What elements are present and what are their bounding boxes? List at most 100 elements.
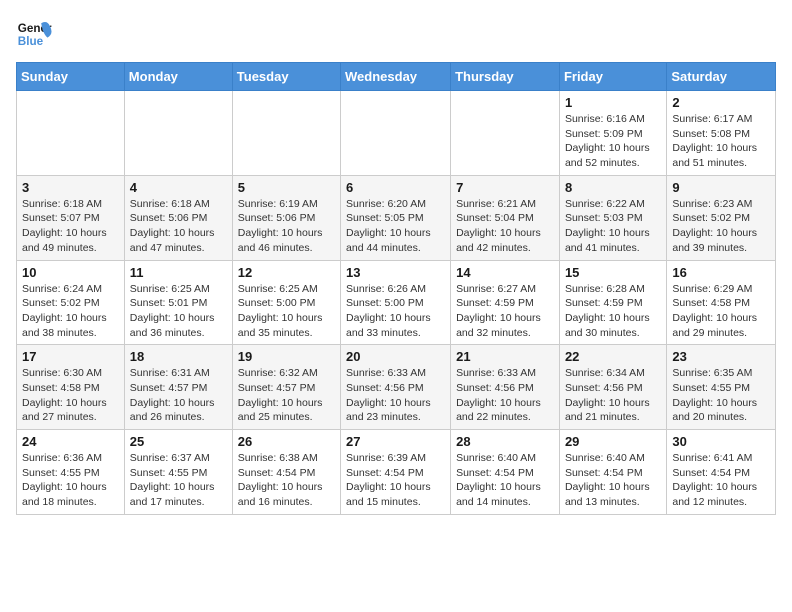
day-info: Sunrise: 6:39 AM Sunset: 4:54 PM Dayligh… [346,451,445,510]
calendar-cell: 13 Sunrise: 6:26 AM Sunset: 5:00 PM Dayli… [341,260,451,345]
logo: General Blue [16,16,56,52]
calendar-cell: 28 Sunrise: 6:40 AM Sunset: 4:54 PM Dayli… [451,430,560,515]
logo-icon: General Blue [16,16,52,52]
day-number: 22 [565,349,661,364]
day-number: 4 [130,180,227,195]
day-number: 1 [565,95,661,110]
day-number: 5 [238,180,335,195]
day-number: 8 [565,180,661,195]
day-info: Sunrise: 6:33 AM Sunset: 4:56 PM Dayligh… [346,366,445,425]
calendar-cell: 25 Sunrise: 6:37 AM Sunset: 4:55 PM Dayli… [124,430,232,515]
calendar-cell: 30 Sunrise: 6:41 AM Sunset: 4:54 PM Dayli… [667,430,776,515]
day-number: 7 [456,180,554,195]
header-day: Wednesday [341,63,451,91]
day-number: 18 [130,349,227,364]
day-number: 23 [672,349,770,364]
header-day: Friday [559,63,666,91]
day-number: 14 [456,265,554,280]
day-number: 15 [565,265,661,280]
calendar-cell: 10 Sunrise: 6:24 AM Sunset: 5:02 PM Dayli… [17,260,125,345]
day-number: 13 [346,265,445,280]
day-info: Sunrise: 6:28 AM Sunset: 4:59 PM Dayligh… [565,282,661,341]
calendar-cell: 9Sunrise: 6:23 AM Sunset: 5:02 PM Daylig… [667,175,776,260]
day-info: Sunrise: 6:32 AM Sunset: 4:57 PM Dayligh… [238,366,335,425]
day-number: 6 [346,180,445,195]
day-number: 10 [22,265,119,280]
day-info: Sunrise: 6:35 AM Sunset: 4:55 PM Dayligh… [672,366,770,425]
calendar-cell: 19 Sunrise: 6:32 AM Sunset: 4:57 PM Dayli… [232,345,340,430]
calendar-cell: 14 Sunrise: 6:27 AM Sunset: 4:59 PM Dayli… [451,260,560,345]
day-number: 25 [130,434,227,449]
day-info: Sunrise: 6:19 AM Sunset: 5:06 PM Dayligh… [238,197,335,256]
day-number: 29 [565,434,661,449]
calendar-cell: 15 Sunrise: 6:28 AM Sunset: 4:59 PM Dayli… [559,260,666,345]
day-number: 16 [672,265,770,280]
calendar-cell: 11Sunrise: 6:25 AM Sunset: 5:01 PM Dayli… [124,260,232,345]
calendar-cell: 27Sunrise: 6:39 AM Sunset: 4:54 PM Dayli… [341,430,451,515]
day-number: 19 [238,349,335,364]
day-info: Sunrise: 6:21 AM Sunset: 5:04 PM Dayligh… [456,197,554,256]
calendar-cell: 8 Sunrise: 6:22 AM Sunset: 5:03 PM Daylig… [559,175,666,260]
calendar-week-row: 17Sunrise: 6:30 AM Sunset: 4:58 PM Dayli… [17,345,776,430]
header-day: Sunday [17,63,125,91]
day-info: Sunrise: 6:33 AM Sunset: 4:56 PM Dayligh… [456,366,554,425]
day-info: Sunrise: 6:29 AM Sunset: 4:58 PM Dayligh… [672,282,770,341]
calendar-cell [341,91,451,176]
day-info: Sunrise: 6:25 AM Sunset: 5:01 PM Dayligh… [130,282,227,341]
day-number: 3 [22,180,119,195]
calendar-cell: 5 Sunrise: 6:19 AM Sunset: 5:06 PM Daylig… [232,175,340,260]
day-info: Sunrise: 6:25 AM Sunset: 5:00 PM Dayligh… [238,282,335,341]
calendar-header-row: SundayMondayTuesdayWednesdayThursdayFrid… [17,63,776,91]
calendar-cell: 3 Sunrise: 6:18 AM Sunset: 5:07 PM Daylig… [17,175,125,260]
day-info: Sunrise: 6:40 AM Sunset: 4:54 PM Dayligh… [565,451,661,510]
day-info: Sunrise: 6:18 AM Sunset: 5:06 PM Dayligh… [130,197,227,256]
calendar-cell: 7 Sunrise: 6:21 AM Sunset: 5:04 PM Daylig… [451,175,560,260]
calendar-cell: 6 Sunrise: 6:20 AM Sunset: 5:05 PM Daylig… [341,175,451,260]
day-number: 30 [672,434,770,449]
calendar-cell: 18 Sunrise: 6:31 AM Sunset: 4:57 PM Dayli… [124,345,232,430]
header-day: Monday [124,63,232,91]
calendar-cell [124,91,232,176]
day-number: 12 [238,265,335,280]
header-day: Saturday [667,63,776,91]
day-number: 26 [238,434,335,449]
day-number: 20 [346,349,445,364]
calendar-week-row: 3 Sunrise: 6:18 AM Sunset: 5:07 PM Daylig… [17,175,776,260]
day-number: 21 [456,349,554,364]
calendar-cell [232,91,340,176]
calendar-week-row: 24Sunrise: 6:36 AM Sunset: 4:55 PM Dayli… [17,430,776,515]
calendar-cell: 20 Sunrise: 6:33 AM Sunset: 4:56 PM Dayli… [341,345,451,430]
day-info: Sunrise: 6:31 AM Sunset: 4:57 PM Dayligh… [130,366,227,425]
calendar-cell: 1 Sunrise: 6:16 AM Sunset: 5:09 PM Daylig… [559,91,666,176]
calendar-cell: 12 Sunrise: 6:25 AM Sunset: 5:00 PM Dayli… [232,260,340,345]
calendar-cell: 16 Sunrise: 6:29 AM Sunset: 4:58 PM Dayli… [667,260,776,345]
calendar-cell [17,91,125,176]
day-info: Sunrise: 6:27 AM Sunset: 4:59 PM Dayligh… [456,282,554,341]
day-info: Sunrise: 6:22 AM Sunset: 5:03 PM Dayligh… [565,197,661,256]
svg-text:Blue: Blue [18,35,44,48]
day-info: Sunrise: 6:16 AM Sunset: 5:09 PM Dayligh… [565,112,661,171]
day-info: Sunrise: 6:40 AM Sunset: 4:54 PM Dayligh… [456,451,554,510]
day-info: Sunrise: 6:17 AM Sunset: 5:08 PM Dayligh… [672,112,770,171]
header-day: Thursday [451,63,560,91]
calendar-cell: 29 Sunrise: 6:40 AM Sunset: 4:54 PM Dayli… [559,430,666,515]
calendar-week-row: 1 Sunrise: 6:16 AM Sunset: 5:09 PM Daylig… [17,91,776,176]
day-info: Sunrise: 6:24 AM Sunset: 5:02 PM Dayligh… [22,282,119,341]
day-info: Sunrise: 6:26 AM Sunset: 5:00 PM Dayligh… [346,282,445,341]
calendar-cell: 24Sunrise: 6:36 AM Sunset: 4:55 PM Dayli… [17,430,125,515]
calendar-cell: 22 Sunrise: 6:34 AM Sunset: 4:56 PM Dayli… [559,345,666,430]
day-info: Sunrise: 6:34 AM Sunset: 4:56 PM Dayligh… [565,366,661,425]
calendar: SundayMondayTuesdayWednesdayThursdayFrid… [16,62,776,515]
day-info: Sunrise: 6:41 AM Sunset: 4:54 PM Dayligh… [672,451,770,510]
day-info: Sunrise: 6:23 AM Sunset: 5:02 PM Dayligh… [672,197,770,256]
day-number: 28 [456,434,554,449]
calendar-week-row: 10 Sunrise: 6:24 AM Sunset: 5:02 PM Dayli… [17,260,776,345]
day-info: Sunrise: 6:18 AM Sunset: 5:07 PM Dayligh… [22,197,119,256]
header-day: Tuesday [232,63,340,91]
day-number: 24 [22,434,119,449]
day-info: Sunrise: 6:37 AM Sunset: 4:55 PM Dayligh… [130,451,227,510]
calendar-cell [451,91,560,176]
day-info: Sunrise: 6:20 AM Sunset: 5:05 PM Dayligh… [346,197,445,256]
calendar-cell: 23 Sunrise: 6:35 AM Sunset: 4:55 PM Dayli… [667,345,776,430]
calendar-cell: 4 Sunrise: 6:18 AM Sunset: 5:06 PM Daylig… [124,175,232,260]
